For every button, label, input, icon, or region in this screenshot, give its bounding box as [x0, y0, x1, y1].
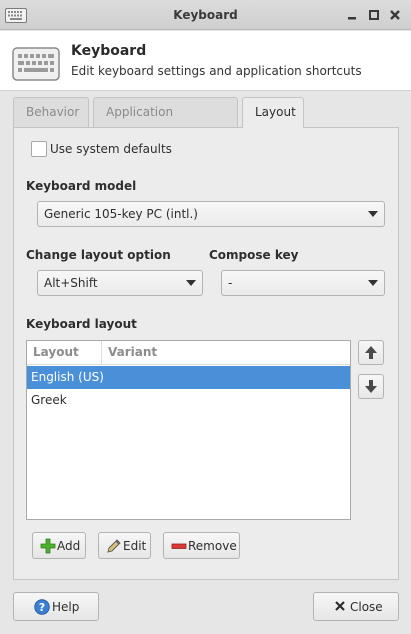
compose-key-select[interactable]: - — [221, 270, 385, 296]
layout-name: English (US) — [31, 370, 104, 384]
column-variant-header[interactable]: Variant — [108, 345, 157, 359]
tab-behavior[interactable]: Behavior — [13, 97, 89, 127]
keyboard-model-select[interactable]: Generic 105-key PC (intl.) — [37, 201, 385, 227]
keyboard-model-value: Generic 105-key PC (intl.) — [44, 207, 198, 221]
chevron-down-icon — [186, 280, 196, 286]
close-window-icon[interactable] — [388, 8, 402, 22]
list-column-header: Layout Variant — [27, 341, 350, 365]
list-item[interactable]: English (US) — [27, 366, 350, 389]
edit-label: Edit — [123, 539, 147, 553]
window-titlebar: Keyboard — [0, 0, 411, 30]
add-label: Add — [57, 539, 81, 553]
help-button[interactable]: ? Help — [13, 592, 99, 621]
chevron-down-icon — [368, 280, 378, 286]
close-label: Close — [350, 600, 383, 614]
compose-key-label: Compose key — [209, 248, 299, 262]
dialog-header: Keyboard Edit keyboard settings and appl… — [0, 31, 411, 91]
header-title: Keyboard — [71, 43, 147, 59]
change-layout-option-value: Alt+Shift — [44, 276, 98, 290]
maximize-icon[interactable] — [367, 8, 381, 22]
help-icon: ? — [34, 599, 50, 615]
chevron-down-icon — [368, 211, 378, 217]
compose-key-value: - — [228, 276, 233, 290]
tab-application-shortcuts[interactable]: Application Shortcuts — [93, 97, 238, 147]
move-up-button[interactable] — [358, 340, 384, 365]
remove-label: Remove — [188, 539, 237, 553]
keyboard-icon — [12, 47, 60, 81]
use-system-defaults-checkbox[interactable] — [31, 141, 47, 157]
arrow-up-icon — [365, 346, 377, 359]
layout-name: Greek — [31, 393, 67, 407]
change-layout-option-select[interactable]: Alt+Shift — [37, 270, 203, 296]
keyboard-model-label: Keyboard model — [26, 179, 137, 193]
minimize-icon[interactable] — [345, 8, 359, 22]
remove-layout-button[interactable]: Remove — [163, 532, 240, 559]
tab-layout[interactable]: Layout — [242, 97, 304, 128]
header-subtitle: Edit keyboard settings and application s… — [71, 64, 362, 78]
change-layout-option-label: Change layout option — [26, 248, 171, 262]
list-item[interactable]: Greek — [27, 389, 350, 412]
close-icon — [335, 601, 345, 611]
arrow-down-icon — [365, 380, 377, 393]
use-system-defaults-label: Use system defaults — [50, 142, 172, 156]
add-layout-button[interactable]: Add — [32, 532, 86, 559]
move-down-button[interactable] — [358, 374, 384, 399]
keyboard-layout-label: Keyboard layout — [26, 317, 137, 331]
help-label: Help — [52, 600, 80, 614]
column-layout-header[interactable]: Layout — [33, 345, 79, 359]
column-separator — [101, 341, 102, 364]
edit-layout-button[interactable]: Edit — [98, 532, 151, 559]
svg-text:?: ? — [39, 601, 45, 614]
minus-icon — [171, 543, 187, 549]
plus-icon — [40, 538, 56, 554]
close-button[interactable]: Close — [313, 592, 399, 621]
pencil-icon — [107, 539, 121, 553]
keyboard-layout-list[interactable]: Layout Variant English (US) Greek — [26, 340, 351, 520]
